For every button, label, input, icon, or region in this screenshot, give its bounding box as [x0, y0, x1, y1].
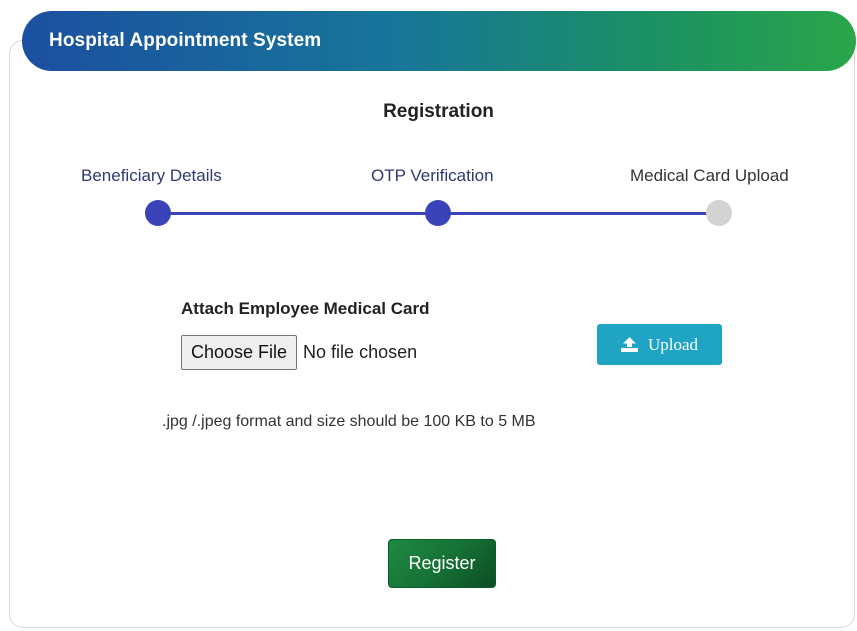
app-header: Hospital Appointment System — [22, 11, 856, 71]
page-title: Registration — [383, 101, 494, 122]
app-title: Hospital Appointment System — [49, 30, 322, 51]
step-label-otp-verification: OTP Verification — [371, 166, 494, 185]
register-button[interactable]: Register — [388, 539, 496, 588]
file-status-text: No file chosen — [303, 342, 418, 362]
step-dot-medical-card-upload — [706, 200, 732, 226]
step-dot-beneficiary-details — [145, 200, 171, 226]
step-label-beneficiary-details: Beneficiary Details — [81, 166, 222, 185]
file-input[interactable]: Choose File No file chosen — [181, 335, 417, 370]
step-dot-otp-verification — [425, 200, 451, 226]
upload-icon — [620, 337, 638, 352]
attach-medical-card-label: Attach Employee Medical Card — [181, 299, 430, 318]
upload-button[interactable]: Upload — [597, 324, 722, 365]
choose-file-button[interactable]: Choose File — [181, 335, 298, 370]
upload-button-label: Upload — [647, 334, 699, 354]
step-label-medical-card-upload: Medical Card Upload — [630, 166, 789, 185]
file-format-hint: .jpg /.jpeg format and size should be 10… — [162, 413, 536, 430]
